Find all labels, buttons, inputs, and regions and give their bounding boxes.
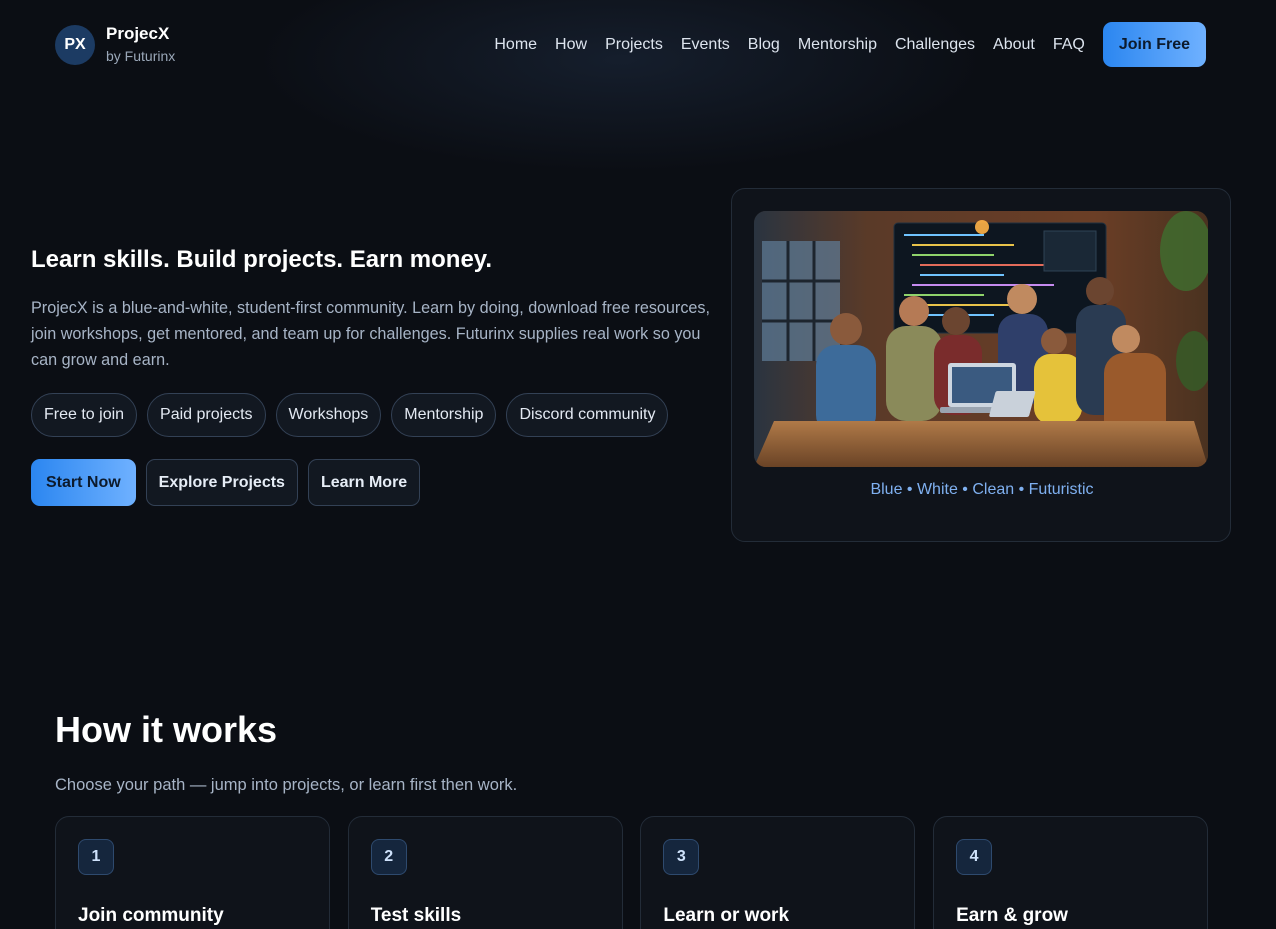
hero-title: Learn skills. Build projects. Earn money…: [31, 246, 493, 273]
step-card: 3 Learn or work: [640, 816, 916, 929]
how-subtitle: Choose your path — jump into projects, o…: [55, 776, 518, 794]
step-card: 4 Earn & grow: [933, 816, 1209, 929]
hero-caption: Blue • White • Clean • Futuristic: [870, 481, 1094, 498]
nav-link-blog[interactable]: Blog: [748, 36, 780, 54]
logo-badge[interactable]: PX: [55, 24, 95, 65]
explore-projects-button[interactable]: Explore Projects: [145, 459, 298, 506]
site-header: PX ProjecX by Futurinx Home How Projects…: [0, 0, 1276, 90]
how-title: How it works: [55, 709, 278, 750]
chip-workshops: Workshops: [275, 393, 382, 437]
nav-link-faq[interactable]: FAQ: [1053, 36, 1085, 54]
step-number: 2: [370, 839, 407, 875]
step-card: 2 Test skills: [347, 816, 623, 929]
step-card: 1 Join community: [55, 816, 330, 929]
how-it-works-section: How it works Choose your path — jump int…: [55, 708, 1209, 929]
step-number: 4: [956, 839, 993, 875]
join-free-button[interactable]: Join Free: [1102, 22, 1206, 67]
brand-text: ProjecX by Futurinx: [106, 24, 175, 65]
hero-section: Learn skills. Build projects. Earn money…: [31, 244, 711, 506]
team-photo-illustration: [754, 211, 1208, 467]
nav-link-home[interactable]: Home: [494, 36, 537, 54]
nav-link-mentorship[interactable]: Mentorship: [798, 36, 877, 54]
nav-link-challenges[interactable]: Challenges: [895, 36, 975, 54]
step-number: 3: [663, 839, 700, 875]
nav-link-about[interactable]: About: [993, 36, 1035, 54]
chip-mentorship: Mentorship: [391, 393, 497, 437]
learn-more-button[interactable]: Learn More: [307, 459, 421, 506]
hero-description: ProjecX is a blue-and-white, student-fir…: [31, 299, 711, 369]
step-title: Join community: [78, 905, 224, 926]
step-title: Learn or work: [663, 905, 790, 926]
chip-free-to-join: Free to join: [31, 393, 138, 437]
chip-paid-projects: Paid projects: [147, 393, 266, 437]
hero-cta-row: Start Now Explore Projects Learn More: [31, 459, 711, 506]
feature-chips: Free to join Paid projects Workshops Men…: [31, 393, 711, 437]
start-now-button[interactable]: Start Now: [31, 459, 136, 506]
main-nav: Home How Projects Events Blog Mentorship…: [494, 22, 1206, 67]
nav-link-projects[interactable]: Projects: [605, 36, 663, 54]
step-number: 1: [78, 839, 114, 875]
brand-subtitle: by Futurinx: [106, 48, 176, 64]
chip-discord-community: Discord community: [506, 393, 669, 437]
step-title: Test skills: [370, 905, 462, 926]
team-photo: [754, 211, 1208, 467]
nav-link-events[interactable]: Events: [681, 36, 730, 54]
brand-name: ProjecX: [106, 24, 170, 43]
brand[interactable]: PX ProjecX by Futurinx: [55, 24, 175, 65]
nav-link-how[interactable]: How: [555, 36, 587, 54]
hero-image-card: Blue • White • Clean • Futuristic: [731, 188, 1231, 542]
step-title: Earn & grow: [956, 905, 1068, 926]
steps-grid: 1 Join community 2 Test skills 3 Learn o…: [55, 816, 1209, 929]
